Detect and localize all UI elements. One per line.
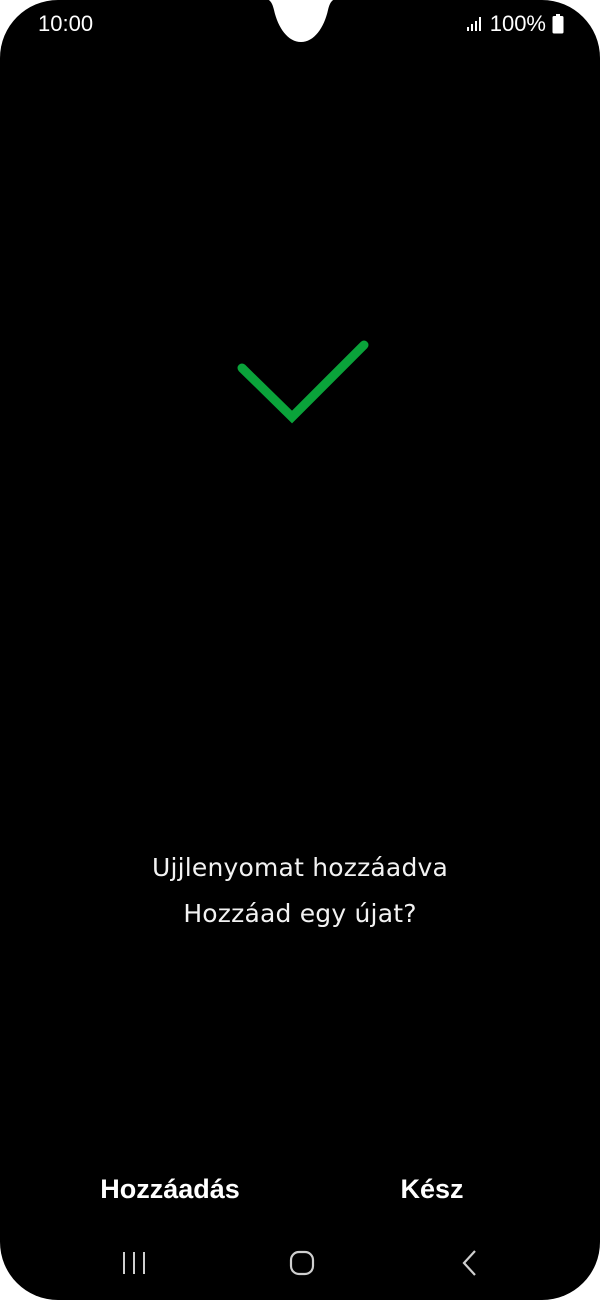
message-question: Hozzáad egy újat? [183,899,417,928]
add-fingerprint-button[interactable]: Hozzáadás [80,1160,260,1218]
action-bar: Hozzáadás Kész [0,1160,600,1218]
status-time: 10:00 [38,11,94,36]
back-icon [462,1250,476,1276]
fingerprint-added-screen: 10:00 100% Ujjlenyomat hozzáadva Hozzáad… [0,0,600,1300]
status-message: Ujjlenyomat hozzáadva Hozzáad egy újat? [0,845,600,937]
status-bar: 10:00 100% [0,0,600,48]
done-button[interactable]: Kész [370,1160,494,1218]
checkmark-icon [237,340,369,424]
home-icon [289,1250,315,1276]
message-title: Ujjlenyomat hozzáadva [151,853,449,882]
back-button[interactable] [430,1236,510,1290]
battery-full-icon [552,14,564,34]
battery-percentage: 100% [489,11,546,36]
recent-apps-button[interactable] [94,1236,174,1290]
home-button[interactable] [262,1236,342,1290]
navigation-bar [0,1236,600,1290]
cell-signal-icon [466,17,481,31]
recent-apps-icon [123,1252,145,1274]
status-indicators: 100% [466,11,564,37]
camera-notch [268,0,334,42]
